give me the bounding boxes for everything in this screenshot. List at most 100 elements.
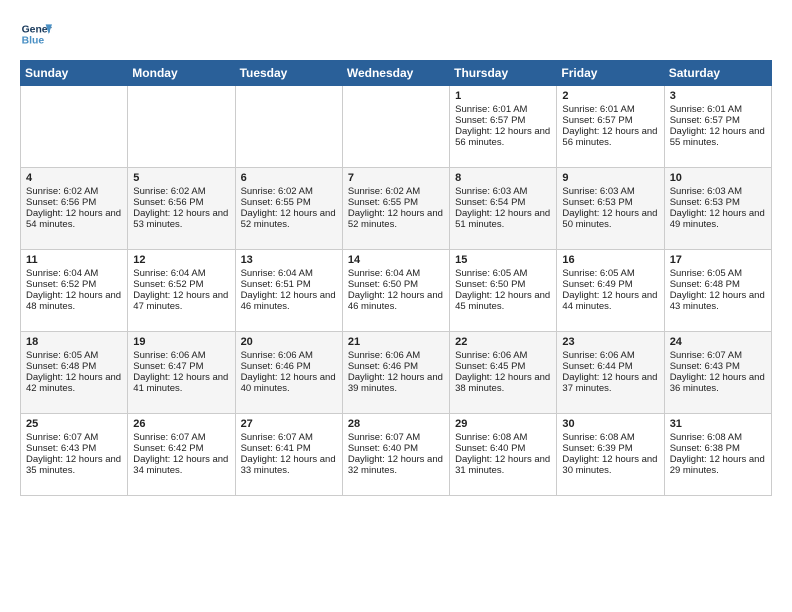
- sunrise-text: Sunrise: 6:01 AM: [562, 104, 658, 115]
- sunrise-text: Sunrise: 6:05 AM: [455, 268, 551, 279]
- daylight-text: Daylight: 12 hours and 47 minutes.: [133, 290, 229, 312]
- calendar-cell: 15Sunrise: 6:05 AMSunset: 6:50 PMDayligh…: [450, 250, 557, 332]
- weekday-header-sunday: Sunday: [21, 61, 128, 86]
- sunset-text: Sunset: 6:55 PM: [348, 197, 444, 208]
- day-number: 13: [241, 254, 337, 266]
- calendar-cell: 28 Sunrise: 6:07 AMSunset: 6:40 PMDayligh…: [342, 414, 449, 496]
- sunset-text: Sunset: 6:45 PM: [455, 361, 551, 372]
- calendar-cell: 29Sunrise: 6:08 AMSunset: 6:40 PMDayligh…: [450, 414, 557, 496]
- daylight-text: Daylight: 12 hours and 36 minutes.: [670, 372, 766, 394]
- sunset-text: Sunset: 6:42 PM: [133, 443, 229, 454]
- weekday-header-wednesday: Wednesday: [342, 61, 449, 86]
- calendar-cell: 26Sunrise: 6:07 AMSunset: 6:42 PMDayligh…: [128, 414, 235, 496]
- weekday-header-tuesday: Tuesday: [235, 61, 342, 86]
- day-number: 2: [562, 90, 658, 102]
- weekday-header-friday: Friday: [557, 61, 664, 86]
- sunset-text: Sunset: 6:46 PM: [241, 361, 337, 372]
- daylight-text: Daylight: 12 hours and 56 minutes.: [455, 126, 551, 148]
- calendar-cell: 10Sunrise: 6:03 AMSunset: 6:53 PMDayligh…: [664, 168, 771, 250]
- sunset-text: Sunset: 6:41 PM: [241, 443, 337, 454]
- calendar-cell: 12Sunrise: 6:04 AMSunset: 6:52 PMDayligh…: [128, 250, 235, 332]
- day-number: 28: [348, 418, 444, 430]
- calendar-cell: 23Sunrise: 6:06 AMSunset: 6:44 PMDayligh…: [557, 332, 664, 414]
- sunset-text: Sunset: 6:53 PM: [670, 197, 766, 208]
- calendar-cell: 14Sunrise: 6:04 AMSunset: 6:50 PMDayligh…: [342, 250, 449, 332]
- calendar-cell: [342, 86, 449, 168]
- daylight-text: Daylight: 12 hours and 43 minutes.: [670, 290, 766, 312]
- page: General Blue SundayMondayTuesdayWednesda…: [0, 0, 792, 612]
- daylight-text: Daylight: 12 hours and 52 minutes.: [241, 208, 337, 230]
- sunrise-text: Sunrise: 6:06 AM: [455, 350, 551, 361]
- sunrise-text: Sunrise: 6:06 AM: [562, 350, 658, 361]
- calendar-cell: 11Sunrise: 6:04 AMSunset: 6:52 PMDayligh…: [21, 250, 128, 332]
- logo-icon: General Blue: [20, 18, 52, 50]
- day-number: 9: [562, 172, 658, 184]
- logo: General Blue: [20, 18, 52, 50]
- sunset-text: Sunset: 6:47 PM: [133, 361, 229, 372]
- weekday-header-monday: Monday: [128, 61, 235, 86]
- weekday-header-saturday: Saturday: [664, 61, 771, 86]
- day-number: 3: [670, 90, 766, 102]
- sunrise-text: Sunrise: 6:04 AM: [26, 268, 122, 279]
- daylight-text: Daylight: 12 hours and 54 minutes.: [26, 208, 122, 230]
- sunset-text: Sunset: 6:49 PM: [562, 279, 658, 290]
- sunrise-text: Sunrise: 6:05 AM: [562, 268, 658, 279]
- calendar-cell: 24Sunrise: 6:07 AMSunset: 6:43 PMDayligh…: [664, 332, 771, 414]
- sunrise-text: Sunrise: 6:06 AM: [348, 350, 444, 361]
- daylight-text: Daylight: 12 hours and 32 minutes.: [348, 454, 444, 476]
- sunrise-text: Sunrise: 6:03 AM: [455, 186, 551, 197]
- daylight-text: Daylight: 12 hours and 31 minutes.: [455, 454, 551, 476]
- daylight-text: Daylight: 12 hours and 33 minutes.: [241, 454, 337, 476]
- calendar: SundayMondayTuesdayWednesdayThursdayFrid…: [20, 60, 772, 496]
- sunrise-text: Sunrise: 6:07 AM: [348, 432, 444, 443]
- sunrise-text: Sunrise: 6:03 AM: [562, 186, 658, 197]
- calendar-cell: 4Sunrise: 6:02 AMSunset: 6:56 PMDaylight…: [21, 168, 128, 250]
- daylight-text: Daylight: 12 hours and 53 minutes.: [133, 208, 229, 230]
- daylight-text: Daylight: 12 hours and 50 minutes.: [562, 208, 658, 230]
- sunrise-text: Sunrise: 6:08 AM: [670, 432, 766, 443]
- calendar-cell: 16 Sunrise: 6:05 AMSunset: 6:49 PMDayligh…: [557, 250, 664, 332]
- daylight-text: Daylight: 12 hours and 44 minutes.: [562, 290, 658, 312]
- day-number: 20: [241, 336, 337, 348]
- sunset-text: Sunset: 6:51 PM: [241, 279, 337, 290]
- daylight-text: Daylight: 12 hours and 51 minutes.: [455, 208, 551, 230]
- sunset-text: Sunset: 6:43 PM: [26, 443, 122, 454]
- sunrise-text: Sunrise: 6:02 AM: [241, 186, 337, 197]
- daylight-text: Daylight: 12 hours and 39 minutes.: [348, 372, 444, 394]
- daylight-text: Daylight: 12 hours and 49 minutes.: [670, 208, 766, 230]
- svg-text:Blue: Blue: [22, 36, 45, 47]
- sunrise-text: Sunrise: 6:07 AM: [133, 432, 229, 443]
- day-number: 30: [562, 418, 658, 430]
- sunset-text: Sunset: 6:52 PM: [133, 279, 229, 290]
- sunset-text: Sunset: 6:56 PM: [26, 197, 122, 208]
- sunrise-text: Sunrise: 6:06 AM: [133, 350, 229, 361]
- sunset-text: Sunset: 6:57 PM: [670, 115, 766, 126]
- day-number: 16: [562, 254, 658, 266]
- sunrise-text: Sunrise: 6:08 AM: [562, 432, 658, 443]
- sunset-text: Sunset: 6:40 PM: [348, 443, 444, 454]
- calendar-cell: 27Sunrise: 6:07 AMSunset: 6:41 PMDayligh…: [235, 414, 342, 496]
- day-number: 21: [348, 336, 444, 348]
- sunset-text: Sunset: 6:53 PM: [562, 197, 658, 208]
- daylight-text: Daylight: 12 hours and 29 minutes.: [670, 454, 766, 476]
- calendar-cell: 7Sunrise: 6:02 AMSunset: 6:55 PMDaylight…: [342, 168, 449, 250]
- day-number: 23: [562, 336, 658, 348]
- daylight-text: Daylight: 12 hours and 35 minutes.: [26, 454, 122, 476]
- day-number: 4: [26, 172, 122, 184]
- sunset-text: Sunset: 6:50 PM: [348, 279, 444, 290]
- daylight-text: Daylight: 12 hours and 52 minutes.: [348, 208, 444, 230]
- day-number: 7: [348, 172, 444, 184]
- calendar-cell: 31Sunrise: 6:08 AMSunset: 6:38 PMDayligh…: [664, 414, 771, 496]
- daylight-text: Daylight: 12 hours and 46 minutes.: [241, 290, 337, 312]
- sunset-text: Sunset: 6:50 PM: [455, 279, 551, 290]
- sunset-text: Sunset: 6:38 PM: [670, 443, 766, 454]
- daylight-text: Daylight: 12 hours and 38 minutes.: [455, 372, 551, 394]
- sunset-text: Sunset: 6:55 PM: [241, 197, 337, 208]
- sunrise-text: Sunrise: 6:05 AM: [26, 350, 122, 361]
- sunset-text: Sunset: 6:57 PM: [455, 115, 551, 126]
- day-number: 26: [133, 418, 229, 430]
- daylight-text: Daylight: 12 hours and 40 minutes.: [241, 372, 337, 394]
- calendar-cell: 2Sunrise: 6:01 AMSunset: 6:57 PMDaylight…: [557, 86, 664, 168]
- sunset-text: Sunset: 6:48 PM: [26, 361, 122, 372]
- day-number: 18: [26, 336, 122, 348]
